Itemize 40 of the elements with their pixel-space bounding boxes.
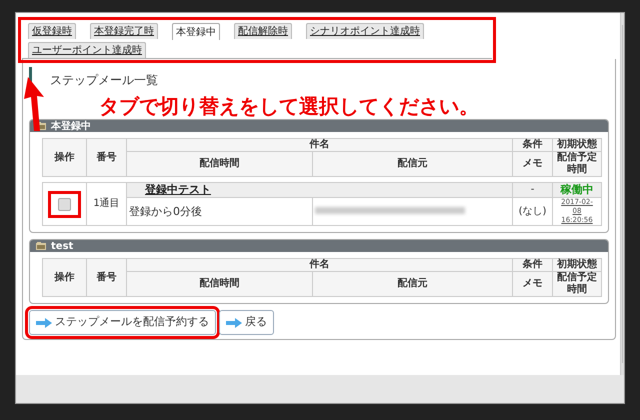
column-header: 配信予定時間 — [552, 152, 602, 176]
arrow-icon — [36, 318, 52, 328]
column-header: 配信元 — [312, 152, 512, 176]
column-header: 操作 — [42, 138, 86, 176]
callout-text: タブで切り替えをして選択してください。 — [99, 95, 479, 117]
column-header: 条件 — [512, 258, 552, 272]
column-header: 件名 — [126, 138, 512, 152]
column-header: 初期状態 — [552, 138, 602, 152]
column-header: 操作 — [42, 258, 86, 297]
panel-title: 本登録中 — [51, 120, 91, 134]
tab[interactable]: 本登録中 — [172, 23, 220, 40]
tab[interactable]: 配信解除時 — [234, 23, 292, 39]
table-cell: 登録から0分後 — [126, 198, 312, 226]
arrow-annotation — [24, 77, 46, 131]
column-header: 配信時間 — [126, 272, 312, 297]
scrollbar[interactable] — [620, 13, 624, 375]
column-header: メモ — [512, 152, 552, 176]
column-header: 番号 — [86, 258, 126, 297]
folder-icon — [36, 242, 46, 250]
column-header: 条件 — [512, 138, 552, 152]
table-cell: - — [512, 182, 552, 198]
tab[interactable]: シナリオポイント達成時 — [306, 23, 424, 39]
tab[interactable]: ユーザーポイント達成時 — [28, 42, 146, 58]
arrow-icon — [226, 318, 242, 328]
tab[interactable]: 本登録完了時 — [90, 23, 158, 39]
column-header: 件名 — [126, 258, 512, 272]
column-header: メモ — [512, 272, 552, 297]
column-header: 配信元 — [312, 272, 512, 297]
column-header: 配信時間 — [126, 152, 312, 176]
checkbox[interactable] — [58, 198, 71, 211]
panel-title: test — [51, 240, 74, 254]
table-cell: (なし) — [512, 198, 552, 226]
subject-link[interactable]: 登録中テスト — [145, 183, 211, 196]
column-header: 配信予定時間 — [552, 272, 602, 297]
status-text: 稼働中 — [560, 183, 594, 196]
table-cell: 1通目 — [86, 182, 126, 226]
column-header: 番号 — [86, 138, 126, 176]
tab[interactable]: 仮登録時 — [28, 23, 76, 39]
button[interactable]: 戻る — [218, 310, 274, 335]
column-header: 初期状態 — [552, 258, 602, 272]
